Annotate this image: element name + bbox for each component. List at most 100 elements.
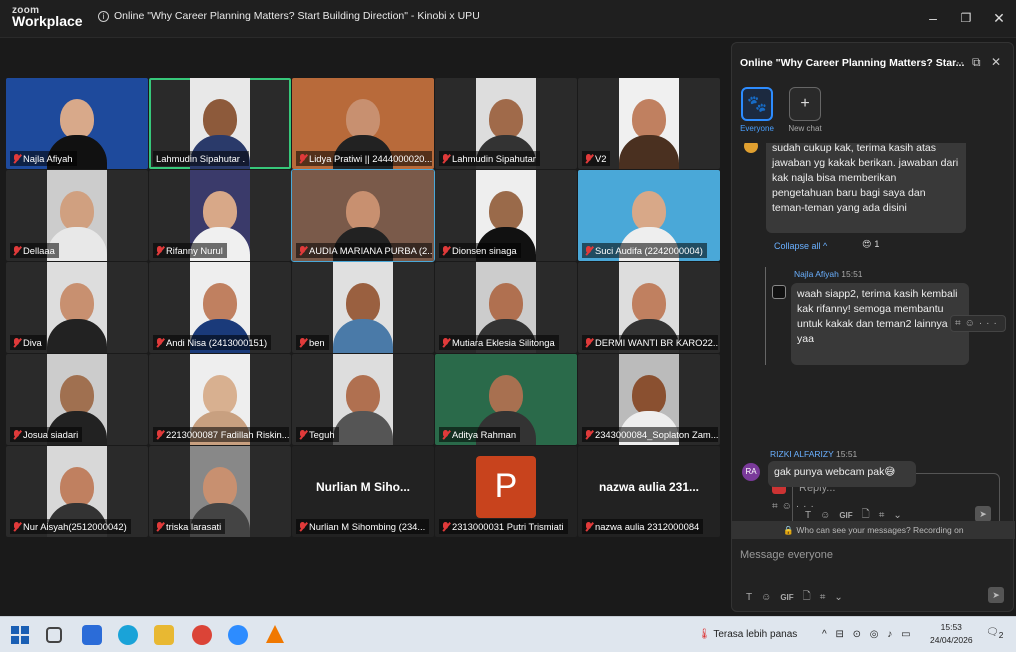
reaction-badge[interactable]: 😍 1 (862, 239, 879, 250)
video-tile[interactable]: Najla Afiyah (6, 78, 148, 169)
participant-nameplate: Lahmudin Sipahutar (439, 151, 540, 166)
participant-figure (333, 375, 393, 445)
chevron-down-icon[interactable]: ⌄ (834, 592, 842, 603)
system-tray[interactable]: ^ ⊟ ⊙ ◎ ♪ ▭ (822, 629, 914, 640)
meeting-title[interactable]: i Online "Why Career Planning Matters? S… (98, 10, 480, 22)
chrome-icon[interactable] (192, 625, 212, 645)
minimize-button[interactable]: – (922, 8, 944, 28)
video-tile[interactable]: V2 (578, 78, 720, 169)
close-panel-icon[interactable]: ✕ (991, 55, 1001, 69)
participant-head (632, 99, 666, 139)
mic-muted-icon (299, 337, 306, 348)
mic-muted-icon (585, 429, 592, 440)
channel-everyone[interactable]: 🐾 Everyone (732, 87, 782, 133)
format-text-icon[interactable]: T (746, 592, 752, 603)
store-icon[interactable] (82, 625, 102, 645)
meeting-title-text: Online "Why Career Planning Matters? Sta… (114, 10, 480, 22)
mic-muted-icon (156, 521, 163, 532)
more-options-icon[interactable]: ··· (952, 55, 964, 69)
privacy-notice[interactable]: 🔒 Who can see your messages? Recording o… (732, 521, 1015, 539)
video-tile[interactable]: Suci Audifa (2242000004) (578, 170, 720, 261)
vlc-icon[interactable] (266, 625, 284, 643)
video-tile[interactable]: Rifanny Nurul (149, 170, 291, 261)
participant-head (203, 375, 237, 415)
participant-nameplate: ben (296, 335, 329, 350)
participant-video (47, 262, 107, 353)
file-explorer-icon[interactable] (154, 625, 174, 645)
participant-name: AUDIA MARIANA PURBA (2... (309, 245, 432, 256)
video-tile[interactable]: Dionsen sinaga (435, 170, 577, 261)
video-tile[interactable]: Aditya Rahman (435, 354, 577, 445)
video-tile[interactable]: Diva (6, 262, 148, 353)
video-tile[interactable]: DERMI WANTI BR KARO22... (578, 262, 720, 353)
participant-avatar: P (476, 456, 536, 518)
participant-head (489, 375, 523, 415)
notification-icon[interactable]: 🗨2 (986, 627, 1003, 640)
participant-head (489, 283, 523, 323)
participant-video (333, 354, 393, 445)
zoom-logo: zoom Workplace (12, 5, 83, 28)
video-tile[interactable]: Nur Aisyah(2512000042) (6, 446, 148, 537)
mic-muted-icon (442, 337, 449, 348)
participant-figure (333, 283, 393, 353)
participant-head (346, 191, 380, 231)
participant-head (489, 191, 523, 231)
video-tile[interactable]: Lahmudin Sipahutar . (149, 78, 291, 169)
video-tile[interactable]: triska larasati (149, 446, 291, 537)
send-icon[interactable]: ➤ (988, 587, 1004, 603)
participant-name: Dionsen sinaga (452, 245, 517, 256)
participant-name: 2213000087 Fadillah Riskin... (166, 429, 289, 440)
title-bar: zoom Workplace i Online "Why Career Plan… (0, 0, 1016, 38)
edge-icon[interactable] (118, 625, 138, 645)
popout-icon[interactable]: ⧉ (972, 55, 981, 70)
video-tile[interactable]: Dellaaa (6, 170, 148, 261)
video-tile[interactable]: P 2313000031 Putri Trismiati (435, 446, 577, 537)
file-icon[interactable]: 🗋 (803, 589, 811, 606)
video-tile[interactable]: 2343000084_Soplaton Zam... (578, 354, 720, 445)
video-tile[interactable]: Josua siadari (6, 354, 148, 445)
gif-icon[interactable]: GIF (780, 593, 793, 602)
participant-video (333, 262, 393, 353)
participant-name: Lahmudin Sipahutar . (156, 153, 246, 164)
emoji-icon[interactable]: ☺ (761, 592, 771, 603)
message-actions[interactable]: ⌗☺··· (772, 501, 818, 512)
collapse-all-link[interactable]: Collapse all ^ (774, 241, 827, 251)
video-tile[interactable]: Nurlian M Siho... Nurlian M Sihombing (23… (292, 446, 434, 537)
windows-start-icon[interactable] (10, 625, 30, 645)
message-input[interactable]: Message everyone (740, 549, 833, 561)
clock[interactable]: 15:53 24/04/2026 (930, 621, 973, 647)
video-tile[interactable]: Andi Nisa (2413000151) (149, 262, 291, 353)
screenshot-icon[interactable]: ⌗ (820, 592, 826, 603)
close-button[interactable]: ✕ (988, 8, 1010, 28)
participant-head (346, 283, 380, 323)
video-tile[interactable]: Mutiara Eklesia Silitonga (435, 262, 577, 353)
video-tile[interactable]: Lidya Pratiwi || 2444000020... (292, 78, 434, 169)
info-icon[interactable]: i (98, 10, 109, 22)
mic-muted-icon (442, 153, 449, 164)
message-actions[interactable]: ⌗☺··· (950, 315, 1006, 332)
participant-nameplate: 2313000031 Putri Trismiati (439, 519, 568, 534)
task-view-icon[interactable] (46, 627, 62, 643)
message-bubble[interactable]: sudah cukup kak, terima kasih atas jawab… (766, 143, 966, 233)
chat-panel: Online "Why Career Planning Matters? Sta… (731, 42, 1015, 612)
video-tile[interactable]: ben (292, 262, 434, 353)
participant-head (60, 99, 94, 139)
message-bubble[interactable]: gak punya webcam pak😅 (768, 461, 916, 487)
avatar (772, 285, 786, 299)
video-tile[interactable]: 2213000087 Fadillah Riskin... (149, 354, 291, 445)
clock-date: 24/04/2026 (930, 635, 973, 645)
maximize-button[interactable]: ❐ (955, 8, 977, 28)
channel-new-chat[interactable]: + New chat (780, 87, 830, 133)
video-tile[interactable]: nazwa aulia 231... nazwa aulia 2312000084 (578, 446, 720, 537)
participant-name: Andi Nisa (2413000151) (166, 337, 268, 348)
reply-bubble[interactable]: waah siapp2, terima kasih kembali kak ri… (791, 283, 969, 365)
participant-nameplate: V2 (582, 151, 611, 166)
video-tile[interactable]: Teguh (292, 354, 434, 445)
participant-display-name: Nurlian M Siho... (315, 480, 410, 494)
participant-head (346, 99, 380, 139)
participant-nameplate: Dionsen sinaga (439, 243, 521, 258)
weather-widget[interactable]: 🌡 Terasa lebih panas (698, 629, 797, 640)
video-tile[interactable]: AUDIA MARIANA PURBA (2... (291, 169, 435, 262)
zoom-app-icon[interactable] (228, 625, 248, 645)
video-tile[interactable]: Lahmudin Sipahutar (435, 78, 577, 169)
